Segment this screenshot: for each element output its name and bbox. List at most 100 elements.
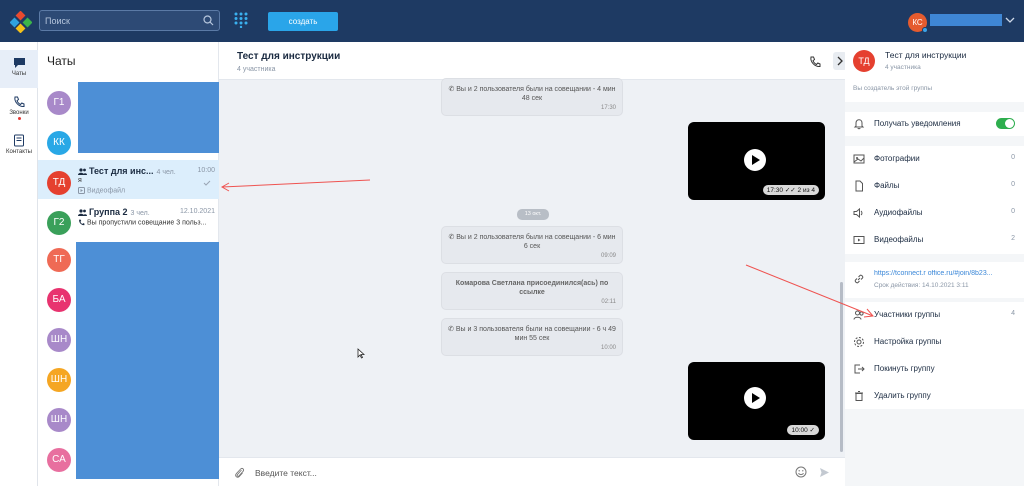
conversation-header: Тест для инструкции 4 участника xyxy=(219,42,847,80)
top-bar: создать КС xyxy=(0,0,1024,42)
rail-item-contacts[interactable]: Контакты xyxy=(0,134,38,164)
message-composer xyxy=(219,457,845,486)
media-row-audio[interactable]: Аудиофайлы 0 xyxy=(845,202,1024,224)
notifications-label: Получать уведомления xyxy=(874,119,961,128)
chat-title-text: Тест для инс... xyxy=(89,166,154,176)
chat-last-sender: я xyxy=(78,177,82,184)
scrollbar[interactable] xyxy=(840,282,843,452)
create-button[interactable]: создать xyxy=(268,12,338,31)
action-label: Настройка группы xyxy=(874,337,942,346)
chat-bubble-icon xyxy=(13,58,25,68)
video-time-badge: 17:30 ✓✓ 2 из 4 xyxy=(762,185,819,195)
user-initials: КС xyxy=(912,18,923,27)
chat-avatar[interactable]: ТГ xyxy=(47,248,71,272)
status-dot xyxy=(922,27,928,33)
media-label: Файлы xyxy=(874,181,900,190)
chat-avatar[interactable]: ШН xyxy=(47,368,71,392)
user-name-redacted[interactable] xyxy=(930,14,1002,26)
search-box xyxy=(39,10,220,31)
message-text: Вы и 3 пользователя были на совещании - … xyxy=(455,326,616,342)
invite-link[interactable]: https://tconnect.r office.ru/#join/8b23.… xyxy=(874,270,1016,277)
play-icon[interactable] xyxy=(744,149,766,171)
media-row-files[interactable]: Файлы 0 xyxy=(845,175,1024,197)
emoji-icon[interactable] xyxy=(795,466,807,478)
system-message: ✆ Вы и 2 пользователя были на совещании … xyxy=(441,226,623,264)
send-icon[interactable] xyxy=(819,467,830,478)
nav-rail: Чаты Звонки Контакты xyxy=(0,42,38,486)
rail-item-calls[interactable]: Звонки xyxy=(0,94,38,128)
chat-item-title: Тест для инс... 4 чел. xyxy=(78,166,176,176)
chat-avatar[interactable]: Г2 xyxy=(47,211,71,235)
media-row-video[interactable]: Видеофайлы 2 xyxy=(845,229,1024,251)
media-count: 2 xyxy=(1011,235,1015,242)
exit-icon xyxy=(854,364,865,374)
invite-link-section: https://tconnect.r office.ru/#join/8b23.… xyxy=(845,262,1024,298)
media-label: Фотографии xyxy=(874,154,920,163)
action-settings[interactable]: Настройка группы xyxy=(845,331,1024,353)
chevron-down-icon[interactable] xyxy=(1005,16,1015,24)
action-leave[interactable]: Покинуть группу xyxy=(845,358,1024,380)
rail-label-calls: Звонки xyxy=(9,110,29,116)
chat-last-message-text: Видеофайл xyxy=(87,187,126,195)
message-text: Вы и 2 пользователя были на совещании - … xyxy=(456,86,616,102)
media-row-photos[interactable]: Фотографии 0 xyxy=(845,148,1024,170)
photos-icon xyxy=(853,154,865,164)
conversation-subtitle: 4 участника xyxy=(237,66,276,73)
chat-title-text: Группа 2 xyxy=(89,207,128,217)
missed-call-badge xyxy=(17,117,21,120)
message-input[interactable] xyxy=(255,466,755,480)
chat-member-count: 3 чел. xyxy=(130,210,150,217)
bell-icon xyxy=(853,119,865,130)
action-members[interactable]: Участники группы 4 xyxy=(845,304,1024,326)
rail-label-chats: Чаты xyxy=(11,71,27,77)
media-label: Видеофайлы xyxy=(874,235,924,244)
action-label: Покинуть группу xyxy=(874,364,935,373)
chat-avatar[interactable]: ШН xyxy=(47,328,71,352)
action-delete[interactable]: Удалить группу xyxy=(845,385,1024,407)
chat-avatar[interactable]: БА xyxy=(47,288,71,312)
dialpad-icon[interactable] xyxy=(234,12,248,28)
call-phone-icon[interactable] xyxy=(809,56,821,68)
system-message: Комарова Светлана присоединился(ась) по … xyxy=(441,272,623,310)
date-separator: 13 окт. xyxy=(517,209,549,220)
action-count: 4 xyxy=(1011,310,1015,317)
system-message: ✆ Вы и 2 пользователя были на совещании … xyxy=(441,78,623,116)
video-time-badge: 10:00 ✓ xyxy=(787,425,819,435)
chat-avatar[interactable]: ТД xyxy=(47,171,71,195)
notifications-row: Получать уведомления xyxy=(845,112,1024,136)
trash-icon xyxy=(855,391,863,401)
mouse-cursor-icon xyxy=(357,348,365,359)
chat-last-message-text: Вы пропустили совещание 3 польз... xyxy=(87,219,207,227)
phone-icon: ✆ xyxy=(448,326,456,333)
play-icon[interactable] xyxy=(744,387,766,409)
message-time: 10:00 xyxy=(600,345,616,351)
rail-item-chats[interactable]: Чаты xyxy=(0,50,38,88)
video-message[interactable]: 10:00 ✓ xyxy=(688,362,825,440)
app-logo[interactable] xyxy=(10,11,32,33)
paperclip-icon[interactable] xyxy=(234,466,245,479)
video-icon xyxy=(853,236,865,244)
speaker-icon xyxy=(853,207,863,219)
chat-avatar[interactable]: СА xyxy=(47,448,71,472)
group-icon xyxy=(78,168,87,176)
search-input[interactable] xyxy=(45,13,195,28)
media-count: 0 xyxy=(1011,154,1015,161)
system-message-text: ✆ Вы и 2 пользователя были на совещании … xyxy=(448,85,616,103)
chat-last-message: Видеофайл xyxy=(78,187,125,194)
user-avatar[interactable]: КС xyxy=(908,13,928,33)
chat-avatar[interactable]: КК xyxy=(47,131,71,155)
members-icon xyxy=(853,310,864,320)
message-time: 09:09 xyxy=(600,253,616,259)
chat-avatar[interactable]: ШН xyxy=(47,408,71,432)
conversation-title[interactable]: Тест для инструкции xyxy=(237,51,340,62)
search-icon[interactable] xyxy=(203,15,214,26)
chat-list-title: Чаты xyxy=(47,54,76,68)
media-label: Аудиофайлы xyxy=(874,208,923,217)
chat-avatar[interactable]: Г1 xyxy=(47,91,71,115)
video-message[interactable]: 17:30 ✓✓ 2 из 4 xyxy=(688,122,825,200)
notifications-toggle[interactable] xyxy=(996,118,1015,129)
chat-item-title: Группа 23 чел. xyxy=(78,207,150,217)
redacted-area xyxy=(76,242,219,479)
link-icon xyxy=(854,274,864,284)
message-time: 17:30 xyxy=(600,105,616,111)
